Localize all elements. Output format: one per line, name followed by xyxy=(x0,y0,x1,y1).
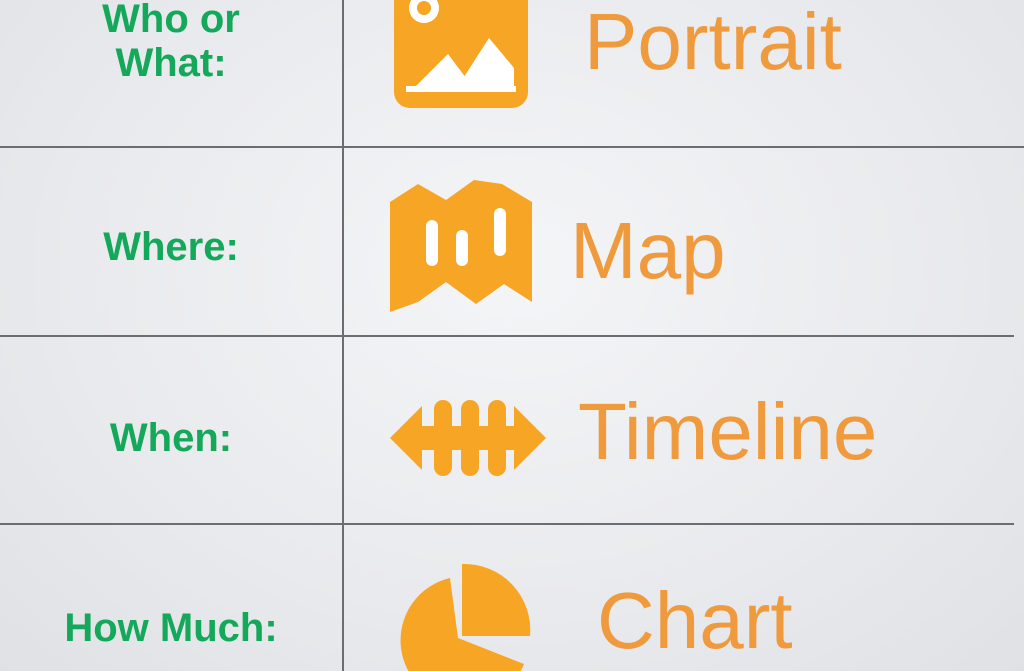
row-label-who-or-what: Who or What: xyxy=(0,0,342,85)
row-divider-2 xyxy=(0,335,1014,337)
map-icon xyxy=(390,180,532,312)
row-label-line: How Much: xyxy=(64,606,278,650)
row-label-line: Who or xyxy=(102,0,240,41)
row-label-when: When: xyxy=(0,416,342,460)
row-divider-1 xyxy=(0,146,1024,148)
row-word-map: Map xyxy=(570,206,726,295)
row-label-where: Where: xyxy=(0,225,342,269)
row-label-line: Where: xyxy=(103,225,239,269)
row-label-how-much: How Much: xyxy=(0,606,342,650)
pie-chart-icon xyxy=(400,563,531,671)
timeline-icon xyxy=(390,400,546,476)
image-icon xyxy=(394,0,528,108)
row-label-line: What: xyxy=(115,41,227,85)
row-word-portrait: Portrait xyxy=(584,0,842,86)
row-word-chart: Chart xyxy=(597,576,793,665)
row-divider-3 xyxy=(0,523,1014,525)
row-word-timeline: Timeline xyxy=(578,387,878,476)
row-label-line: When: xyxy=(109,416,233,460)
